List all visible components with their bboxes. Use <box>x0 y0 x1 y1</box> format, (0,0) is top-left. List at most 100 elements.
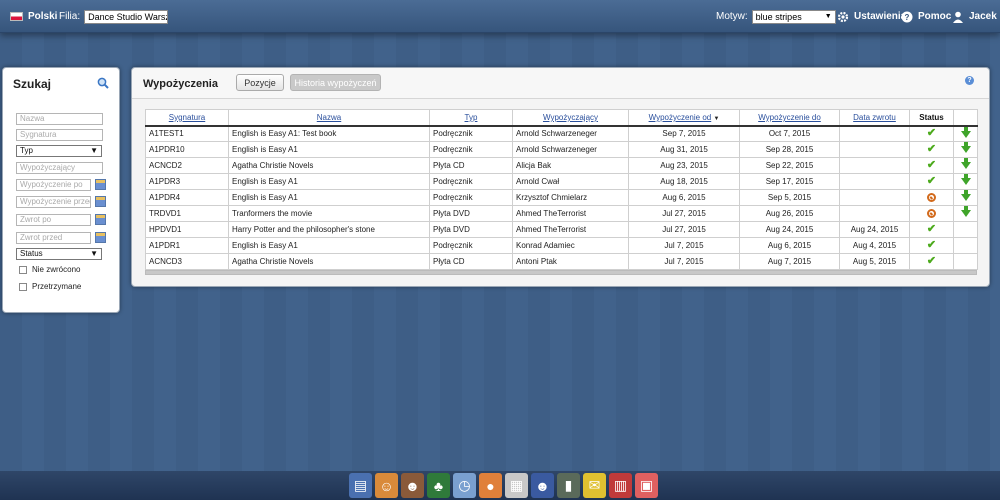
settings-button[interactable]: Ustawienia <box>837 0 906 33</box>
user-icon <box>952 11 964 23</box>
librarian-icon[interactable]: ☺ <box>375 473 398 498</box>
mail-icon[interactable]: ✉ <box>583 473 606 498</box>
search-icon[interactable] <box>97 77 109 92</box>
theme-select[interactable]: blue stripes ▼ <box>751 9 836 24</box>
status-select[interactable]: Status ▼ <box>16 248 102 260</box>
clock-icon[interactable]: ◷ <box>453 473 476 498</box>
calculator-icon[interactable]: ▦ <box>505 473 528 498</box>
calendar-icon[interactable] <box>95 214 106 225</box>
type-cell: Płyta DVD <box>429 221 513 238</box>
sort-loan-to-link[interactable]: Wypożyczenie do <box>758 113 821 122</box>
return-arrow-icon[interactable] <box>960 206 971 218</box>
column-header[interactable]: Typ <box>429 109 513 127</box>
loan-from-cell: Aug 18, 2015 <box>628 173 740 190</box>
return-arrow-icon[interactable] <box>960 158 971 170</box>
column-header[interactable]: Nazwa <box>228 109 430 127</box>
table-row[interactable]: A1TEST1 English is Easy A1: Test book Podr… <box>145 125 978 142</box>
piggy-bank-icon[interactable]: ● <box>479 473 502 498</box>
branch-select[interactable]: Dance Studio Warsza ▼ <box>84 9 169 24</box>
tab-items[interactable]: Pozycje <box>236 74 284 91</box>
phone-icon[interactable]: ▮ <box>557 473 580 498</box>
help-icon[interactable]: ? <box>965 76 974 85</box>
table-row[interactable]: TRDVD1 Tranformers the movie Płyta DVD Ahme… <box>145 205 978 222</box>
borrower-cell: Arnold Cwał <box>512 173 629 190</box>
return-before-input[interactable]: Zwrot przed <box>16 232 91 244</box>
status-cell: ✔ <box>909 125 954 142</box>
return-arrow-icon[interactable] <box>960 142 971 154</box>
name-cell: Harry Potter and the philosopher's stone <box>228 221 430 238</box>
calendar-icon[interactable] <box>95 232 106 243</box>
table-footer <box>145 270 977 275</box>
teacher-icon[interactable]: ☻ <box>401 473 424 498</box>
loan-before-input[interactable]: Wypożyczenie przed <box>16 196 91 208</box>
type-cell: Podręcznik <box>429 125 513 142</box>
return-after-input[interactable]: Zwrot po <box>16 214 91 226</box>
table-row[interactable]: A1PDR1 English is Easy A1 Podręcznik Konrad… <box>145 237 978 254</box>
borrower-input[interactable]: Wypożyczający <box>16 162 103 174</box>
loan-to-cell: Sep 28, 2015 <box>739 141 840 158</box>
calendar-icon[interactable]: ▣ <box>635 473 658 498</box>
status-cell: ✔ <box>909 221 954 238</box>
sort-borrower-link[interactable]: Wypożyczający <box>543 113 598 122</box>
type-cell: Płyta DVD <box>429 205 513 222</box>
loan-from-cell: Sep 7, 2015 <box>628 125 740 142</box>
signature-input[interactable]: Sygnatura <box>16 129 103 141</box>
column-header[interactable]: Wypożyczenie do <box>739 109 840 127</box>
books-icon[interactable]: ▥ <box>609 473 632 498</box>
blackboard-icon[interactable]: ♣ <box>427 473 450 498</box>
loans-table: Sygnatura Nazwa Typ Wypożyczający Wypoży… <box>145 109 978 270</box>
borrower-cell: Arnold Schwarzeneger <box>512 125 629 142</box>
return-arrow-icon[interactable] <box>960 190 971 202</box>
column-header[interactable]: Wypożyczenie od ▼ <box>628 109 740 127</box>
tab-loan-history[interactable]: Historia wypożyczeń <box>290 74 381 91</box>
overdue-checkbox[interactable]: Przetrzymane <box>19 282 81 291</box>
id-card-icon[interactable]: ▤ <box>349 473 372 498</box>
help-button[interactable]: ? Pomoc <box>901 0 951 33</box>
calendar-icon[interactable] <box>95 196 106 207</box>
signature-cell: A1TEST1 <box>145 125 229 142</box>
column-header[interactable]: Sygnatura <box>145 109 229 127</box>
not-returned-checkbox[interactable]: Nie zwrócono <box>19 265 80 274</box>
loan-to-cell: Aug 6, 2015 <box>739 237 840 254</box>
checkmark-icon: ✔ <box>926 175 937 187</box>
users-icon[interactable]: ☻ <box>531 473 554 498</box>
user-menu[interactable]: Jacek <box>952 0 997 33</box>
status-cell <box>909 189 954 206</box>
return-arrow-icon[interactable] <box>960 174 971 186</box>
table-row[interactable]: ACNCD2 Agatha Christie Novels Płyta CD Alic… <box>145 157 978 174</box>
return-date-cell <box>839 157 910 174</box>
signature-cell: A1PDR3 <box>145 173 229 190</box>
loan-from-cell: Aug 31, 2015 <box>628 141 740 158</box>
sort-return-date-link[interactable]: Data zwrotu <box>853 113 896 122</box>
sort-name-link[interactable]: Nazwa <box>317 113 341 122</box>
sort-type-link[interactable]: Typ <box>465 113 478 122</box>
column-header[interactable]: Data zwrotu <box>839 109 910 127</box>
language-switch[interactable]: Polski <box>10 0 57 33</box>
type-cell: Płyta CD <box>429 253 513 270</box>
loan-after-input[interactable]: Wypożyczenie po <box>16 179 91 191</box>
type-cell: Podręcznik <box>429 237 513 254</box>
table-row[interactable]: HPDVD1 Harry Potter and the philosopher's… <box>145 221 978 238</box>
column-header[interactable]: Wypożyczający <box>512 109 629 127</box>
signature-cell: ACNCD3 <box>145 253 229 270</box>
overdue-icon <box>927 193 936 203</box>
chevron-down-icon: ▼ <box>90 249 98 258</box>
table-row[interactable]: A1PDR10 English is Easy A1 Podręcznik Arnol… <box>145 141 978 158</box>
return-arrow-icon[interactable] <box>960 126 971 138</box>
sort-signature-link[interactable]: Sygnatura <box>169 113 205 122</box>
calendar-icon[interactable] <box>95 179 106 190</box>
table-row[interactable]: ACNCD3 Agatha Christie Novels Płyta CD Anto… <box>145 253 978 270</box>
status-cell <box>909 205 954 222</box>
type-select[interactable]: Typ ▼ <box>16 145 102 157</box>
action-cell <box>953 141 978 158</box>
sort-loan-from-link[interactable]: Wypożyczenie od <box>649 113 712 122</box>
name-input[interactable]: Nazwa <box>16 113 103 125</box>
table-row[interactable]: A1PDR3 English is Easy A1 Podręcznik Arnold… <box>145 173 978 190</box>
checkbox-box <box>19 265 27 274</box>
table-row[interactable]: A1PDR4 English is Easy A1 Podręcznik Krzysz… <box>145 189 978 206</box>
type-select-value: Typ <box>20 146 33 155</box>
status-cell: ✔ <box>909 237 954 254</box>
borrower-cell: Arnold Schwarzeneger <box>512 141 629 158</box>
signature-cell: A1PDR1 <box>145 237 229 254</box>
branch-select-value: Dance Studio Warsza <box>88 11 169 22</box>
